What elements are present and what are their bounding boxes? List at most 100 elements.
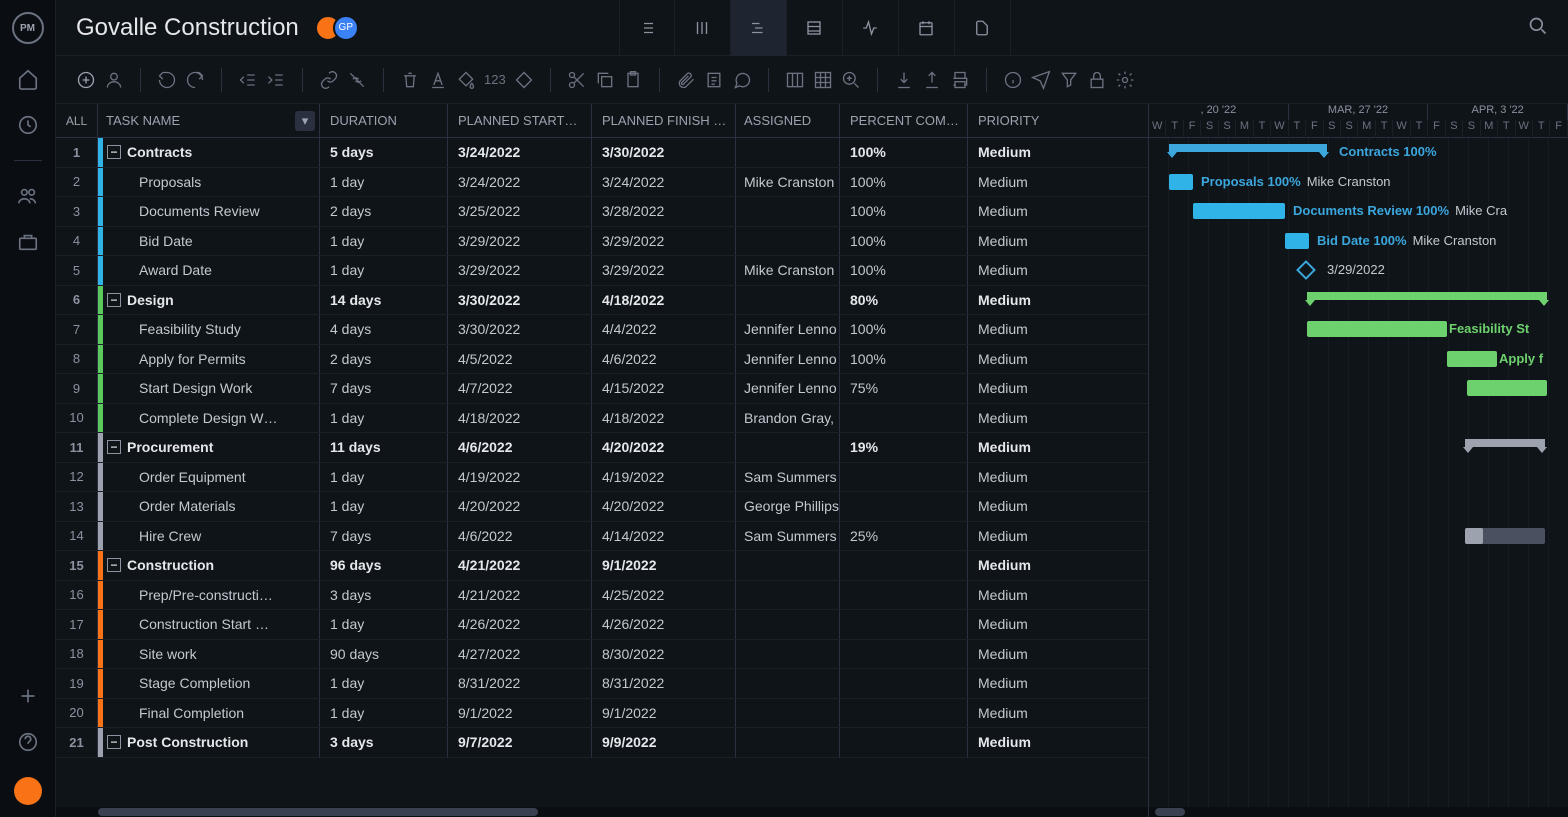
link-icon[interactable] [319, 70, 339, 90]
start-cell[interactable]: 3/24/2022 [448, 138, 592, 167]
priority-cell[interactable]: Medium [968, 728, 1064, 757]
priority-cell[interactable]: Medium [968, 610, 1064, 639]
finish-cell[interactable]: 4/25/2022 [592, 581, 736, 610]
percent-cell[interactable] [840, 463, 968, 492]
summary-bar[interactable] [1307, 292, 1547, 300]
start-cell[interactable]: 4/26/2022 [448, 610, 592, 639]
assigned-cell[interactable] [736, 728, 840, 757]
duration-cell[interactable]: 1 day [320, 610, 448, 639]
priority-cell[interactable]: Medium [968, 315, 1064, 344]
collapse-toggle[interactable]: − [107, 558, 121, 572]
add-task-icon[interactable] [76, 70, 96, 90]
start-cell[interactable]: 3/30/2022 [448, 286, 592, 315]
finish-cell[interactable]: 8/31/2022 [592, 669, 736, 698]
task-name-cell[interactable]: −Procurement [98, 433, 320, 462]
priority-cell[interactable]: Medium [968, 345, 1064, 374]
start-cell[interactable]: 4/18/2022 [448, 404, 592, 433]
col-duration-header[interactable]: DURATION [320, 104, 448, 137]
assigned-cell[interactable] [736, 138, 840, 167]
finish-cell[interactable]: 4/26/2022 [592, 610, 736, 639]
col-assigned-header[interactable]: ASSIGNED [736, 104, 840, 137]
send-icon[interactable] [1031, 70, 1051, 90]
assigned-cell[interactable]: Mike Cranston [736, 168, 840, 197]
percent-cell[interactable]: 75% [840, 374, 968, 403]
priority-cell[interactable]: Medium [968, 433, 1064, 462]
task-name-cell[interactable]: Proposals [98, 168, 320, 197]
duration-cell[interactable]: 1 day [320, 699, 448, 728]
duration-cell[interactable]: 1 day [320, 256, 448, 285]
task-name-cell[interactable]: Start Design Work [98, 374, 320, 403]
milestone-icon[interactable] [514, 70, 534, 90]
priority-cell[interactable]: Medium [968, 640, 1064, 669]
zoom-icon[interactable] [841, 70, 861, 90]
member-avatars[interactable]: GP [315, 15, 359, 41]
start-cell[interactable]: 3/24/2022 [448, 168, 592, 197]
duration-cell[interactable]: 1 day [320, 463, 448, 492]
finish-cell[interactable]: 4/4/2022 [592, 315, 736, 344]
start-cell[interactable]: 4/6/2022 [448, 433, 592, 462]
list-view-tab[interactable] [619, 0, 675, 56]
gantt-row[interactable]: Documents Review 100%Mike Cra [1149, 197, 1568, 227]
percent-cell[interactable]: 100% [840, 197, 968, 226]
pm-logo[interactable]: PM [12, 12, 44, 44]
finish-cell[interactable]: 3/29/2022 [592, 227, 736, 256]
duration-cell[interactable]: 4 days [320, 315, 448, 344]
assigned-cell[interactable] [736, 669, 840, 698]
assigned-cell[interactable]: Brandon Gray, [736, 404, 840, 433]
priority-cell[interactable]: Medium [968, 168, 1064, 197]
task-name-cell[interactable]: Final Completion [98, 699, 320, 728]
redo-icon[interactable] [185, 70, 205, 90]
start-cell[interactable]: 4/6/2022 [448, 522, 592, 551]
table-row[interactable]: 3Documents Review2 days3/25/20223/28/202… [56, 197, 1148, 227]
priority-cell[interactable]: Medium [968, 463, 1064, 492]
table-row[interactable]: 4Bid Date1 day3/29/20223/29/2022100%Medi… [56, 227, 1148, 257]
duration-cell[interactable]: 5 days [320, 138, 448, 167]
duration-cell[interactable]: 90 days [320, 640, 448, 669]
table-row[interactable]: 21−Post Construction3 days9/7/20229/9/20… [56, 728, 1148, 758]
start-cell[interactable]: 4/19/2022 [448, 463, 592, 492]
table-row[interactable]: 2Proposals1 day3/24/20223/24/2022Mike Cr… [56, 168, 1148, 198]
assigned-cell[interactable] [736, 581, 840, 610]
table-row[interactable]: 19Stage Completion1 day8/31/20228/31/202… [56, 669, 1148, 699]
priority-cell[interactable]: Medium [968, 404, 1064, 433]
grid-scrollbar[interactable] [56, 807, 1148, 817]
start-cell[interactable]: 4/21/2022 [448, 551, 592, 580]
task-name-cell[interactable]: −Contracts [98, 138, 320, 167]
task-name-cell[interactable]: Order Equipment [98, 463, 320, 492]
task-name-cell[interactable]: −Post Construction [98, 728, 320, 757]
fill-color-icon[interactable] [456, 70, 476, 90]
duration-cell[interactable]: 3 days [320, 581, 448, 610]
table-row[interactable]: 17Construction Start …1 day4/26/20224/26… [56, 610, 1148, 640]
lock-icon[interactable] [1087, 70, 1107, 90]
col-task-header[interactable]: TASK NAME▾ [98, 104, 320, 137]
task-name-cell[interactable]: Hire Crew [98, 522, 320, 551]
priority-cell[interactable]: Medium [968, 256, 1064, 285]
comment-icon[interactable] [732, 70, 752, 90]
assigned-cell[interactable]: Jennifer Lenno [736, 374, 840, 403]
percent-cell[interactable] [840, 669, 968, 698]
task-name-cell[interactable]: −Design [98, 286, 320, 315]
percent-cell[interactable]: 19% [840, 433, 968, 462]
start-cell[interactable]: 4/27/2022 [448, 640, 592, 669]
table-row[interactable]: 18Site work90 days4/27/20228/30/2022Medi… [56, 640, 1148, 670]
priority-cell[interactable]: Medium [968, 286, 1064, 315]
percent-cell[interactable]: 100% [840, 256, 968, 285]
finish-cell[interactable]: 4/19/2022 [592, 463, 736, 492]
assigned-cell[interactable] [736, 227, 840, 256]
undo-icon[interactable] [157, 70, 177, 90]
start-cell[interactable]: 9/1/2022 [448, 699, 592, 728]
export-icon[interactable] [922, 70, 942, 90]
task-bar[interactable] [1447, 351, 1497, 367]
task-name-cell[interactable]: Award Date [98, 256, 320, 285]
task-name-cell[interactable]: Feasibility Study [98, 315, 320, 344]
collapse-toggle[interactable]: − [107, 735, 121, 749]
table-row[interactable]: 6−Design14 days3/30/20224/18/202280%Medi… [56, 286, 1148, 316]
print-icon[interactable] [950, 70, 970, 90]
start-cell[interactable]: 3/29/2022 [448, 256, 592, 285]
table-row[interactable]: 13Order Materials1 day4/20/20224/20/2022… [56, 492, 1148, 522]
grid-icon[interactable] [813, 70, 833, 90]
gantt-row[interactable]: 3/29/2022 [1149, 256, 1568, 286]
task-bar[interactable] [1169, 174, 1193, 190]
finish-cell[interactable]: 4/20/2022 [592, 492, 736, 521]
finish-cell[interactable]: 4/18/2022 [592, 286, 736, 315]
